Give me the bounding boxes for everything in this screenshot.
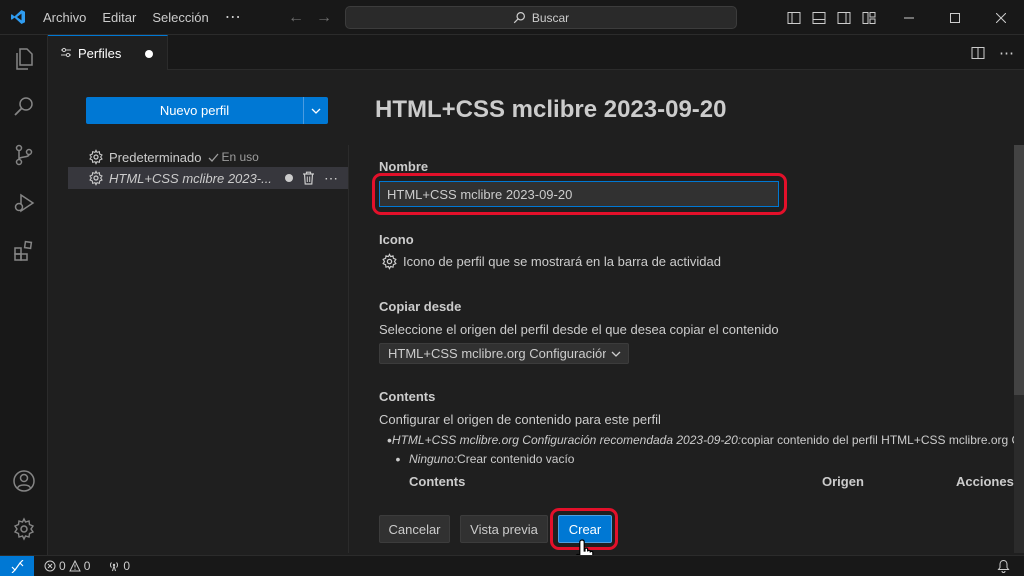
list-item: • Ninguno: Crear contenido vacío <box>395 450 575 467</box>
remote-indicator-icon[interactable] <box>0 555 34 576</box>
profile-name: HTML+CSS mclibre 2023-... <box>109 170 272 186</box>
page-title: HTML+CSS mclibre 2023-09-20 <box>375 96 727 123</box>
list-item-em: Ninguno: <box>409 451 458 466</box>
search-label: Buscar <box>531 10 570 25</box>
profile-name-field[interactable] <box>379 181 779 207</box>
close-icon[interactable] <box>978 0 1024 35</box>
copy-from-description: Seleccione el origen del perfil desde el… <box>379 322 779 337</box>
editor-scrollbar[interactable] <box>1014 145 1024 553</box>
notifications-bell-icon[interactable] <box>997 559 1010 576</box>
vscode-logo-icon <box>0 0 35 35</box>
gear-icon <box>89 170 103 186</box>
trash-icon[interactable] <box>302 171 315 185</box>
column-header-origen: Origen <box>822 474 864 489</box>
cancel-button[interactable]: Cancelar <box>379 515 450 543</box>
chevron-down-icon[interactable] <box>303 97 328 124</box>
run-debug-icon[interactable] <box>0 179 48 227</box>
more-menu-icon[interactable]: ⋯ <box>217 7 249 27</box>
list-item-text: copiar contenido del perfil HTML+CSS mcl… <box>741 432 1024 447</box>
profile-item-default[interactable]: Predeterminado En uso <box>68 146 348 168</box>
in-use-badge: En uso <box>207 150 259 164</box>
source-control-icon[interactable] <box>0 131 48 179</box>
sash-divider[interactable] <box>348 145 349 553</box>
icon-description: Icono de perfil que se mostrará en la ba… <box>403 254 721 269</box>
menu-seleccion[interactable]: Selección <box>144 0 216 35</box>
list-item: • HTML+CSS mclibre.org Configuración rec… <box>379 430 1024 449</box>
new-profile-label[interactable]: Nuevo perfil <box>86 97 303 124</box>
broadcast-icon <box>110 562 119 572</box>
layout-controls <box>786 0 877 35</box>
profile-row-actions: ⋯ <box>285 167 338 189</box>
scrollbar-thumb[interactable] <box>1014 145 1024 395</box>
search-view-icon[interactable] <box>0 83 48 131</box>
column-header-acciones: Acciones <box>956 474 1014 489</box>
more-actions-icon[interactable]: ⋯ <box>999 44 1014 62</box>
status-bar: 0 0 0 <box>0 555 1024 576</box>
check-icon <box>208 153 218 162</box>
ports-status[interactable]: 0 <box>102 559 136 573</box>
warning-count: 0 <box>83 559 91 573</box>
extensions-icon[interactable] <box>0 227 48 275</box>
maximize-icon[interactable] <box>932 0 978 35</box>
window-controls <box>886 0 1024 35</box>
profile-name: Predeterminado <box>109 149 202 165</box>
contents-source-list: • HTML+CSS mclibre.org Configuración rec… <box>379 430 1024 468</box>
forward-arrow-icon[interactable]: → <box>316 9 332 27</box>
toggle-panel-icon[interactable] <box>811 10 827 26</box>
back-arrow-icon[interactable]: ← <box>288 9 304 27</box>
accounts-icon[interactable] <box>0 457 48 505</box>
contents-description: Configurar el origen de contenido para e… <box>379 412 661 427</box>
toggle-secondary-sidebar-icon[interactable] <box>836 10 852 26</box>
problems-status[interactable]: 0 0 <box>38 559 96 573</box>
copy-from-select[interactable]: HTML+CSS mclibre.org Configuración <box>379 343 629 364</box>
activity-bar <box>0 35 48 555</box>
icon-label: Icono <box>379 232 414 247</box>
command-center-search[interactable]: Buscar <box>345 6 737 29</box>
navigation-arrows: ← → <box>288 0 332 35</box>
gear-icon <box>89 149 103 165</box>
list-item-em: HTML+CSS mclibre.org Configuración recom… <box>391 432 742 447</box>
minimize-icon[interactable] <box>886 0 932 35</box>
chevron-down-icon <box>611 351 621 357</box>
name-label: Nombre <box>379 159 429 174</box>
profile-icon-selector[interactable]: Icono de perfil que se mostrará en la ba… <box>381 253 721 270</box>
error-count: 0 <box>59 559 66 573</box>
warning-icon <box>68 560 81 572</box>
editor-tab-strip: Perfiles ⋯ <box>48 35 1024 70</box>
gear-icon[interactable] <box>381 253 398 270</box>
profile-item-selected[interactable]: HTML+CSS mclibre 2023-... ⋯ <box>68 167 348 189</box>
toggle-primary-sidebar-icon[interactable] <box>786 10 802 26</box>
manage-gear-icon[interactable] <box>0 505 48 553</box>
new-profile-button[interactable]: Nuevo perfil <box>86 97 328 124</box>
more-actions-icon[interactable]: ⋯ <box>324 170 338 187</box>
in-use-label: En uso <box>221 150 259 164</box>
unsaved-dot-icon <box>285 174 293 182</box>
tab-label: Perfiles <box>78 45 122 61</box>
tab-perfiles[interactable]: Perfiles <box>48 35 168 70</box>
menu-editar[interactable]: Editar <box>94 0 144 35</box>
list-item-text: Crear contenido vacío <box>457 451 575 466</box>
search-icon <box>513 12 525 24</box>
contents-label: Contents <box>379 389 436 404</box>
editor-actions: ⋯ <box>971 35 1014 70</box>
copy-from-label: Copiar desde <box>379 299 462 314</box>
split-editor-icon[interactable] <box>971 46 985 60</box>
error-icon <box>44 560 56 572</box>
explorer-icon[interactable] <box>0 35 48 83</box>
copy-from-value: HTML+CSS mclibre.org Configuración <box>388 346 606 361</box>
customize-layout-icon[interactable] <box>861 10 877 26</box>
preview-button[interactable]: Vista previa <box>460 515 548 543</box>
menu-archivo[interactable]: Archivo <box>35 0 94 35</box>
ports-count: 0 <box>123 559 131 573</box>
profiles-tab-icon <box>61 47 71 58</box>
unsaved-dot-icon[interactable] <box>145 50 153 58</box>
column-header-contents: Contents <box>409 474 466 489</box>
